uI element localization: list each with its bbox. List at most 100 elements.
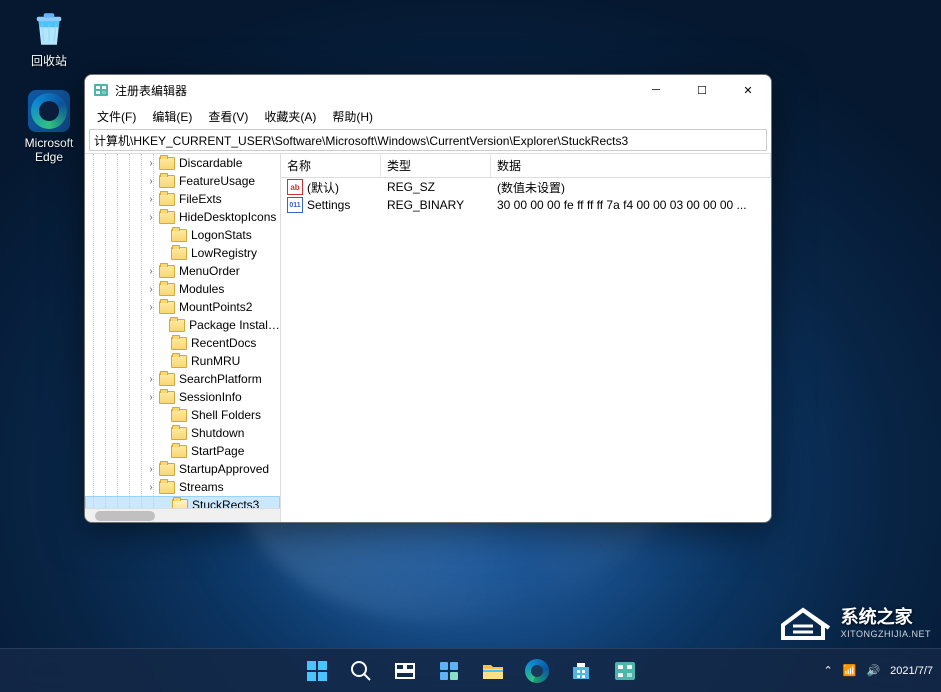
start-button[interactable] [297, 652, 337, 690]
tree-node[interactable]: ›Modules [85, 280, 280, 298]
tree-expander-icon[interactable]: › [145, 464, 157, 475]
tree-node-label: Discardable [179, 156, 242, 170]
tree-node[interactable]: ›StartupApproved [85, 460, 280, 478]
desktop-icon-recycle-bin[interactable]: 回收站 [14, 8, 84, 68]
tree-expander-icon[interactable]: › [145, 374, 157, 385]
folder-icon [159, 391, 175, 404]
folder-icon [159, 481, 175, 494]
column-header-name[interactable]: 名称 [281, 154, 381, 177]
tree-node[interactable]: RecentDocs [85, 334, 280, 352]
taskbar-edge[interactable] [517, 652, 557, 690]
menu-file[interactable]: 文件(F) [89, 106, 144, 127]
tree-node-label: FeatureUsage [179, 174, 255, 188]
tree-expander-icon[interactable]: › [145, 284, 157, 295]
tree-node[interactable]: LowRegistry [85, 244, 280, 262]
task-view-button[interactable] [385, 652, 425, 690]
folder-icon [159, 175, 175, 188]
tray-volume-icon[interactable]: 🔊 [866, 664, 880, 677]
tree-node[interactable]: StartPage [85, 442, 280, 460]
tree-node[interactable]: ›SessionInfo [85, 388, 280, 406]
regedit-icon [93, 82, 109, 98]
tree-node[interactable]: ›HideDesktopIcons [85, 208, 280, 226]
tree-expander-icon[interactable]: › [145, 266, 157, 277]
folder-icon [171, 427, 187, 440]
tree-node-label: Shell Folders [191, 408, 261, 422]
tree-node[interactable]: › MountPoints2 [85, 298, 280, 316]
search-button[interactable] [341, 652, 381, 690]
menu-bar: 文件(F) 编辑(E) 查看(V) 收藏夹(A) 帮助(H) [85, 105, 771, 127]
value-name: Settings [307, 198, 350, 212]
taskbar-regedit[interactable] [605, 652, 645, 690]
close-button[interactable]: ✕ [725, 75, 771, 105]
tree-node-label: Streams [179, 480, 224, 494]
tree-horizontal-scrollbar[interactable] [85, 508, 280, 522]
menu-view[interactable]: 查看(V) [200, 106, 256, 127]
folder-icon [169, 319, 185, 332]
folder-icon [159, 463, 175, 476]
tree-node-label: FileExts [179, 192, 222, 206]
column-header-type[interactable]: 类型 [381, 154, 491, 177]
watermark-logo-icon [773, 600, 833, 642]
tree-node[interactable]: LogonStats [85, 226, 280, 244]
watermark: 系统之家 XITONGZHIJIA.NET [773, 600, 931, 642]
desktop-icon-edge[interactable]: Microsoft Edge [14, 90, 84, 165]
tree-expander-icon[interactable]: › [145, 212, 157, 223]
value-type: REG_BINARY [381, 197, 491, 213]
tree-node[interactable]: Shutdown [85, 424, 280, 442]
tree-node[interactable]: › Discardable [85, 154, 280, 172]
tree-node-label: RunMRU [191, 354, 240, 368]
tree-expander-icon[interactable]: › [145, 194, 157, 205]
value-type: REG_SZ [381, 179, 491, 195]
tree-node-label: MenuOrder [179, 264, 240, 278]
tree-node[interactable]: › FeatureUsage [85, 172, 280, 190]
menu-help[interactable]: 帮助(H) [324, 106, 381, 127]
values-list-panel[interactable]: 名称 类型 数据 ab(默认)REG_SZ(数值未设置)011SettingsR… [281, 154, 771, 522]
tree-panel[interactable]: › Discardable › FeatureUsage › FileExts ›HideD… [85, 154, 281, 522]
column-header-data[interactable]: 数据 [491, 154, 771, 177]
tree-expander-icon[interactable]: › [145, 176, 157, 187]
tree-expander-icon[interactable]: › [145, 302, 157, 313]
tree-node[interactable]: StuckRects3 [85, 496, 280, 508]
minimize-button[interactable]: ─ [633, 75, 679, 105]
string-value-icon: ab [287, 179, 303, 195]
widgets-button[interactable] [429, 652, 469, 690]
taskbar-center [297, 652, 645, 690]
tray-network-icon[interactable]: 📶 [843, 664, 857, 677]
taskbar: ⌃ 📶 🔊 2021/7/7 [0, 648, 941, 692]
tree-node-label: LogonStats [191, 228, 252, 242]
tree-expander-icon[interactable]: › [145, 482, 157, 493]
tree-node-label: MountPoints2 [179, 300, 252, 314]
tray-clock[interactable]: 2021/7/7 [890, 665, 933, 677]
tree-node[interactable]: Shell Folders [85, 406, 280, 424]
folder-icon [171, 229, 187, 242]
address-bar[interactable] [89, 129, 767, 151]
folder-icon [171, 247, 187, 260]
taskbar-explorer[interactable] [473, 652, 513, 690]
registry-value-row[interactable]: 011SettingsREG_BINARY30 00 00 00 fe ff f… [281, 196, 771, 214]
title-bar[interactable]: 注册表编辑器 ─ ☐ ✕ [85, 75, 771, 105]
taskbar-tray[interactable]: ⌃ 📶 🔊 2021/7/7 [824, 664, 933, 677]
tree-expander-icon[interactable]: › [145, 392, 157, 403]
tree-node[interactable]: › Streams [85, 478, 280, 496]
registry-value-row[interactable]: ab(默认)REG_SZ(数值未设置) [281, 178, 771, 196]
folder-icon [159, 211, 175, 224]
recycle-bin-icon [28, 8, 70, 50]
desktop-icon-label: 回收站 [14, 54, 84, 68]
folder-icon [171, 337, 187, 350]
folder-icon [159, 301, 175, 314]
maximize-button[interactable]: ☐ [679, 75, 725, 105]
menu-favorites[interactable]: 收藏夹(A) [256, 106, 324, 127]
folder-icon [172, 499, 188, 509]
tree-node[interactable]: RunMRU [85, 352, 280, 370]
tray-chevron-icon[interactable]: ⌃ [824, 664, 833, 677]
scrollbar-thumb[interactable] [95, 511, 155, 521]
value-data: 30 00 00 00 fe ff ff ff 7a f4 00 00 03 0… [491, 197, 771, 213]
folder-icon [159, 373, 175, 386]
tree-expander-icon[interactable]: › [145, 158, 157, 169]
tree-node[interactable]: › MenuOrder [85, 262, 280, 280]
tree-node[interactable]: › FileExts [85, 190, 280, 208]
tree-node[interactable]: ›SearchPlatform [85, 370, 280, 388]
taskbar-store[interactable] [561, 652, 601, 690]
tree-node[interactable]: Package Installation [85, 316, 280, 334]
menu-edit[interactable]: 编辑(E) [144, 106, 200, 127]
